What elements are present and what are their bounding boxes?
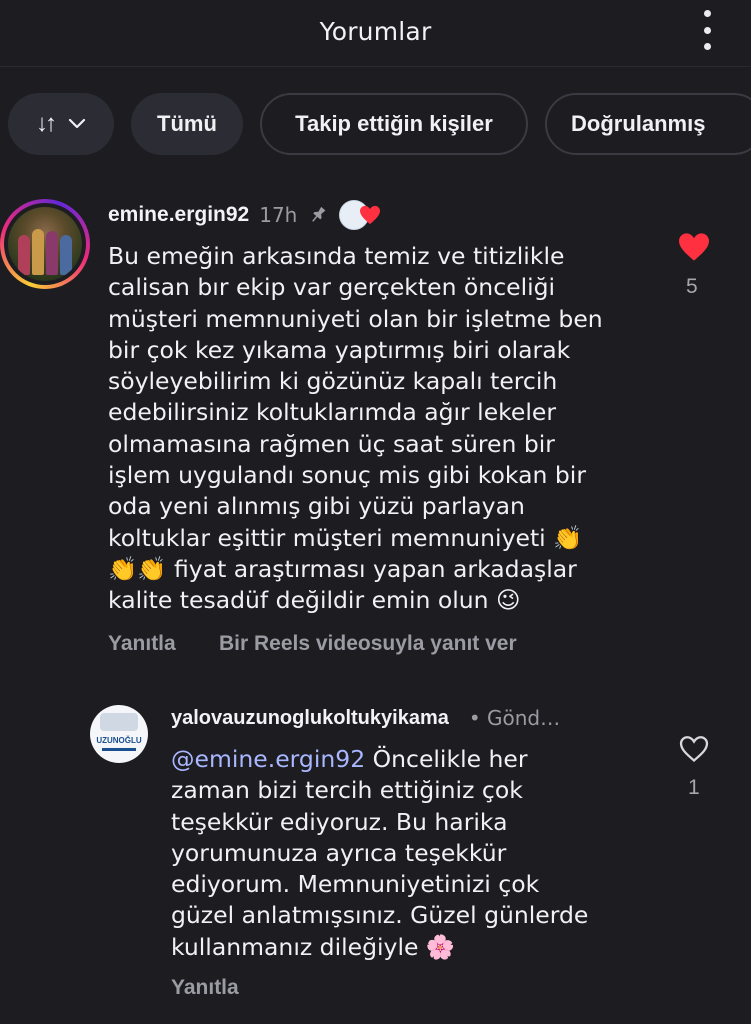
reply-username[interactable]: yalovauzunoglukoltukyikama: [171, 707, 449, 730]
like-heart-outline-icon[interactable]: [678, 735, 710, 763]
reply-mention-link[interactable]: @emine.ergin92: [171, 745, 365, 773]
comment-text: Bu emeğin arkasında temiz ve titizlikle …: [108, 242, 603, 615]
filter-chip-verified[interactable]: Doğrulanmış: [545, 93, 751, 155]
reply-avatar[interactable]: UZUNOĞLU: [90, 705, 148, 763]
header-divider: [0, 66, 751, 67]
comments-header: Yorumlar: [0, 0, 751, 62]
reply-body: Öncelikle her zaman bizi tercih ettiğini…: [171, 745, 589, 961]
sort-button[interactable]: ↓↑: [8, 93, 114, 155]
avatar[interactable]: [0, 199, 90, 289]
comment-meta-row: emine.ergin92 17h: [108, 200, 383, 230]
pin-icon: [312, 206, 326, 222]
like-count: 5: [686, 275, 698, 298]
sort-icon: ↓↑: [36, 110, 57, 137]
heart-icon: [360, 205, 381, 225]
page-title: Yorumlar: [319, 16, 432, 46]
chevron-down-icon: [68, 118, 86, 129]
reply-status: • Gönd…: [468, 706, 561, 730]
filter-chip-following[interactable]: Takip ettiğin kişiler: [260, 93, 528, 155]
reply-avatar-label: UZUNOĞLU: [96, 736, 142, 745]
reply-like-count: 1: [688, 776, 700, 799]
creator-liked-badge: [339, 200, 383, 230]
reply-reply-button[interactable]: Yanıtla: [171, 976, 239, 1000]
like-heart-filled-icon[interactable]: [677, 232, 711, 262]
reply-button[interactable]: Yanıtla: [108, 632, 176, 656]
comment-username[interactable]: emine.ergin92: [108, 203, 249, 227]
filter-bar: ↓↑ Tümü Takip ettiğin kişiler Doğrulanmı…: [8, 93, 751, 157]
reply-text: @emine.ergin92 Öncelikle her zaman bizi …: [171, 744, 661, 963]
more-options-icon[interactable]: [699, 10, 715, 50]
filter-chip-all[interactable]: Tümü: [131, 93, 243, 155]
reels-reply-button[interactable]: Bir Reels videosuyla yanıt ver: [219, 632, 517, 656]
comment-time: 17h: [259, 203, 298, 227]
reply-meta-row: yalovauzunoglukoltukyikama • Gönd…: [171, 704, 560, 732]
